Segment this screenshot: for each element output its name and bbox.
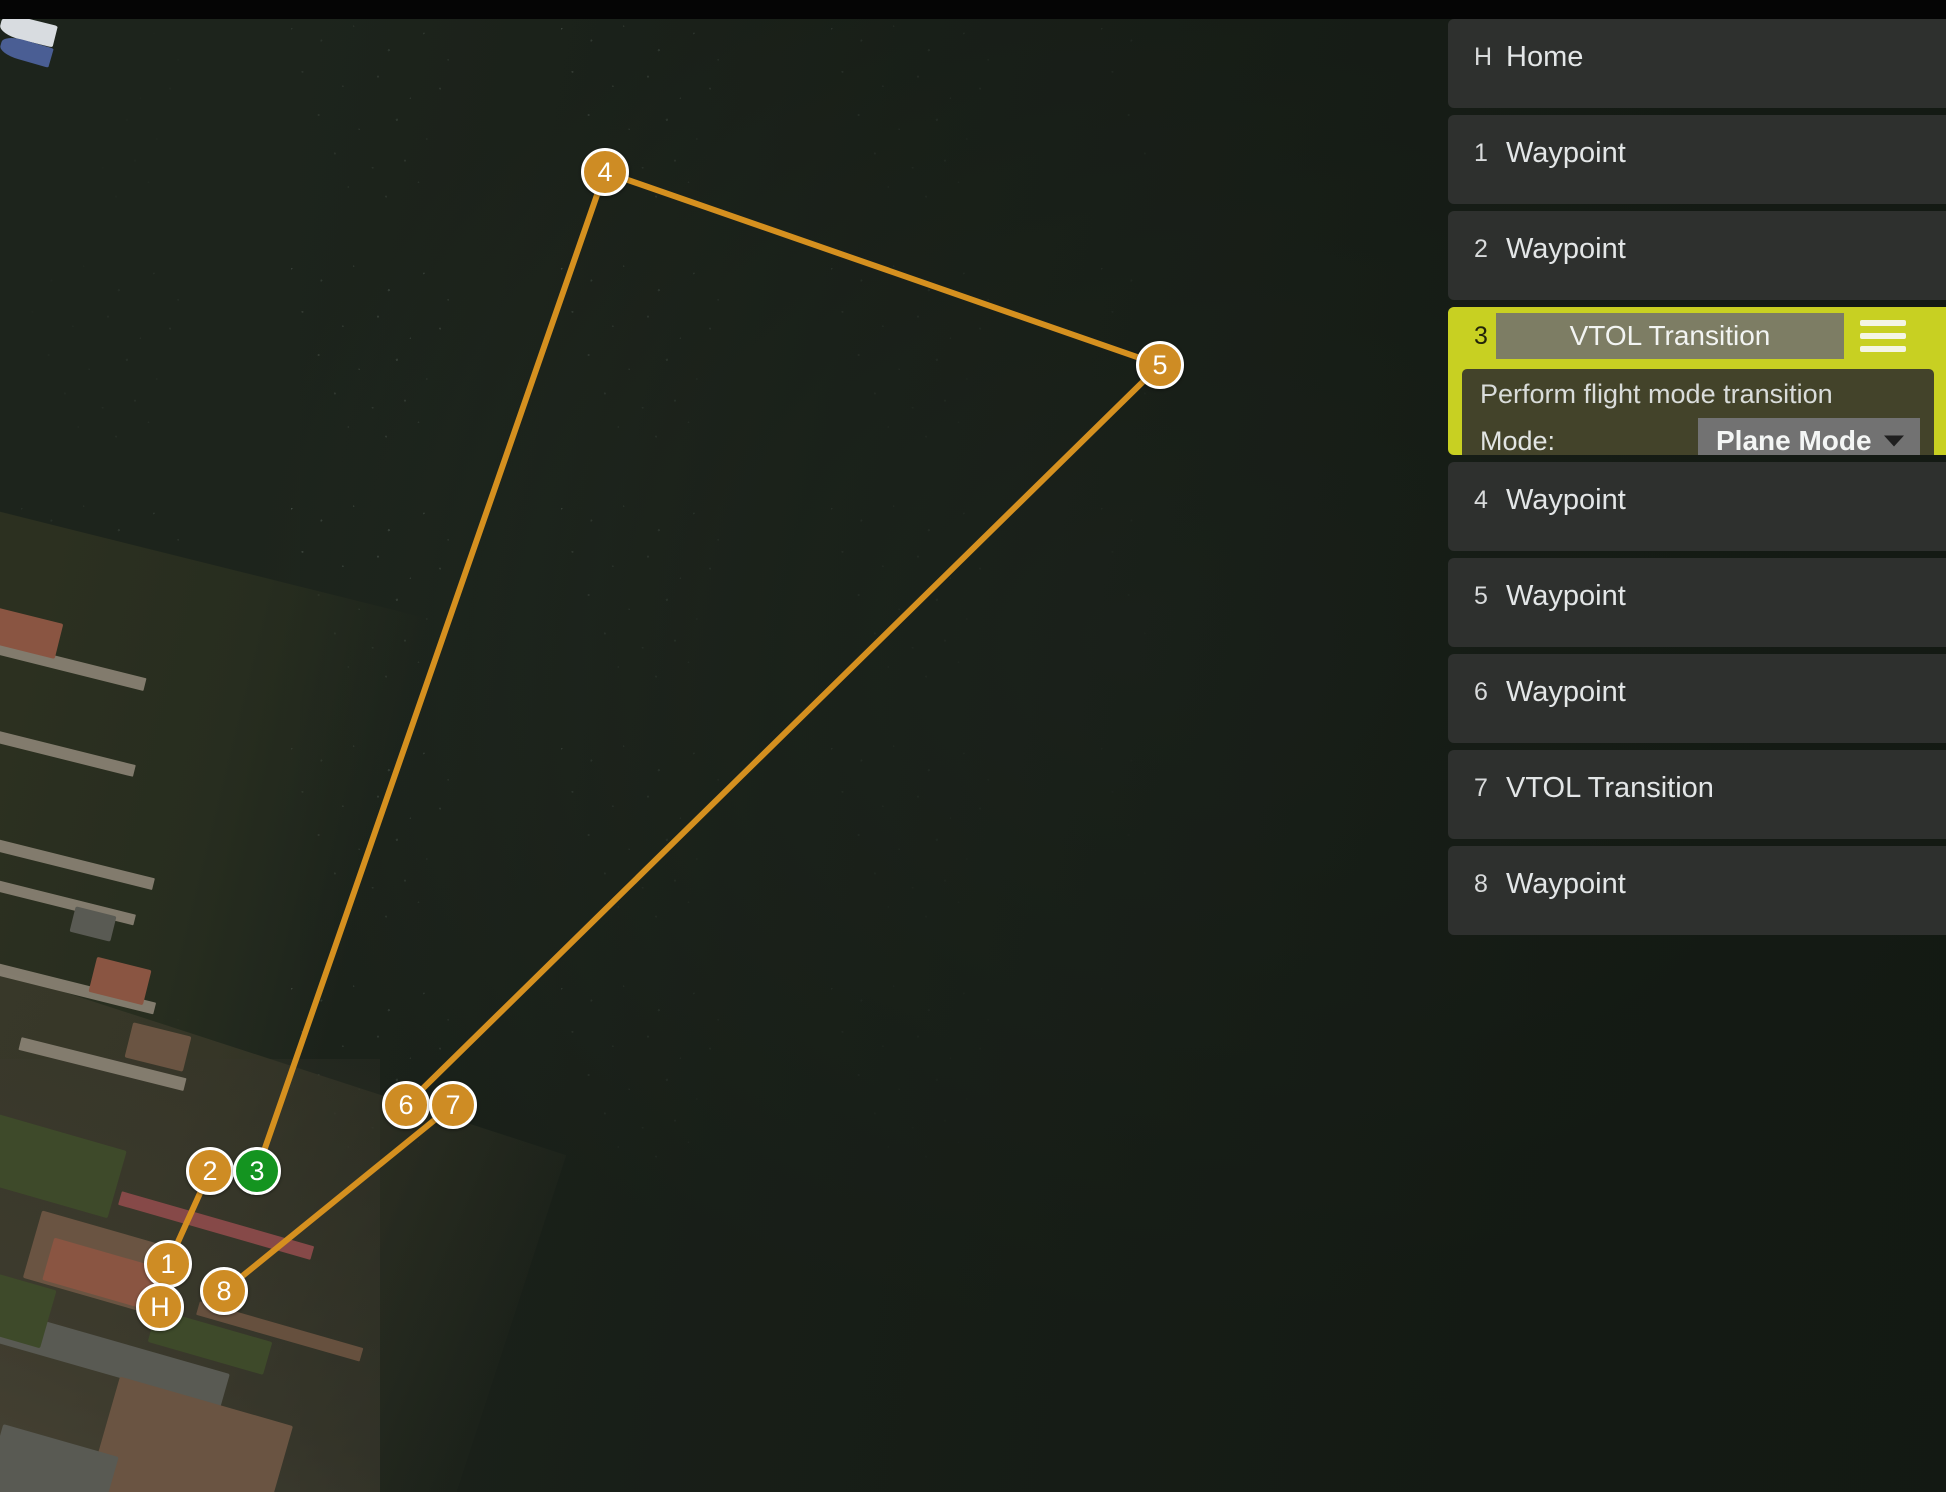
command-type-select[interactable]: VTOL Transition: [1496, 313, 1844, 359]
mission-item-command: Waypoint: [1506, 654, 1626, 707]
map-marker-8[interactable]: 8: [200, 1267, 248, 1315]
mission-item-command: Waypoint: [1506, 115, 1626, 168]
mission-item-H[interactable]: HHome: [1448, 19, 1946, 108]
hamburger-menu-icon[interactable]: [1860, 315, 1906, 357]
mission-item-7[interactable]: 7VTOL Transition: [1448, 750, 1946, 839]
map-marker-label: H: [150, 1294, 170, 1321]
mission-item-header: 3VTOL Transition: [1448, 307, 1946, 365]
mission-item-sequence: 8: [1448, 846, 1506, 897]
map-marker-label: 8: [216, 1278, 231, 1305]
map-marker-7[interactable]: 7: [429, 1081, 477, 1129]
mode-select[interactable]: Plane Mode: [1698, 418, 1920, 455]
mission-item-sequence: H: [1448, 19, 1506, 70]
mission-item-6[interactable]: 6Waypoint: [1448, 654, 1946, 743]
mission-item-command: Home: [1506, 19, 1583, 72]
map-marker-h[interactable]: H: [136, 1283, 184, 1331]
mission-item-sequence: 4: [1448, 462, 1506, 513]
map-marker-label: 6: [398, 1092, 413, 1119]
mission-item-2[interactable]: 2Waypoint: [1448, 211, 1946, 300]
map-marker-label: 5: [1152, 352, 1167, 379]
mission-item-command: Waypoint: [1506, 211, 1626, 264]
map-marker-label: 7: [445, 1092, 460, 1119]
mission-item-sequence: 7: [1448, 750, 1506, 801]
hamburger-bar: [1860, 320, 1906, 326]
mission-item-sequence: 5: [1448, 558, 1506, 609]
window-top-bar: [0, 0, 1946, 19]
mission-item-5[interactable]: 5Waypoint: [1448, 558, 1946, 647]
mission-item-command: Waypoint: [1506, 462, 1626, 515]
map-marker-label: 3: [249, 1158, 264, 1185]
mission-item-command: Waypoint: [1506, 846, 1626, 899]
mission-list-panel: HHome1Waypoint2Waypoint3VTOL TransitionP…: [1448, 19, 1946, 942]
map-marker-1[interactable]: 1: [144, 1240, 192, 1288]
map-marker-5[interactable]: 5: [1136, 341, 1184, 389]
mode-field-row: Mode: Plane Mode: [1462, 418, 1934, 455]
map-marker-label: 1: [160, 1251, 175, 1278]
mission-item-8[interactable]: 8Waypoint: [1448, 846, 1946, 935]
chevron-down-icon: [1884, 436, 1904, 447]
hamburger-bar: [1860, 346, 1906, 352]
mission-item-command: VTOL Transition: [1506, 750, 1714, 803]
hamburger-bar: [1860, 333, 1906, 339]
map-marker-label: 4: [597, 159, 612, 186]
map-marker-4[interactable]: 4: [581, 148, 629, 196]
mode-select-value: Plane Mode: [1716, 425, 1872, 455]
mission-item-1[interactable]: 1Waypoint: [1448, 115, 1946, 204]
map-marker-3[interactable]: 3: [233, 1147, 281, 1195]
mission-item-detail: Perform flight mode transition Mode: Plane…: [1462, 369, 1934, 455]
command-description: Perform flight mode transition: [1462, 377, 1934, 418]
mission-item-sequence: 6: [1448, 654, 1506, 705]
mission-item-command: Waypoint: [1506, 558, 1626, 611]
mission-item-selected-3[interactable]: 3VTOL Transition Perform flight mode tran…: [1448, 307, 1946, 455]
map-marker-6[interactable]: 6: [382, 1081, 430, 1129]
mission-planner-window: 45672318H HHome1Waypoint2Waypoint3VTOL T…: [0, 0, 1946, 1492]
map-marker-2[interactable]: 2: [186, 1147, 234, 1195]
map-marker-label: 2: [202, 1158, 217, 1185]
mission-item-sequence: 2: [1448, 211, 1506, 262]
mode-label: Mode:: [1462, 426, 1698, 455]
mission-item-sequence: 1: [1448, 115, 1506, 166]
mission-item-4[interactable]: 4Waypoint: [1448, 462, 1946, 551]
